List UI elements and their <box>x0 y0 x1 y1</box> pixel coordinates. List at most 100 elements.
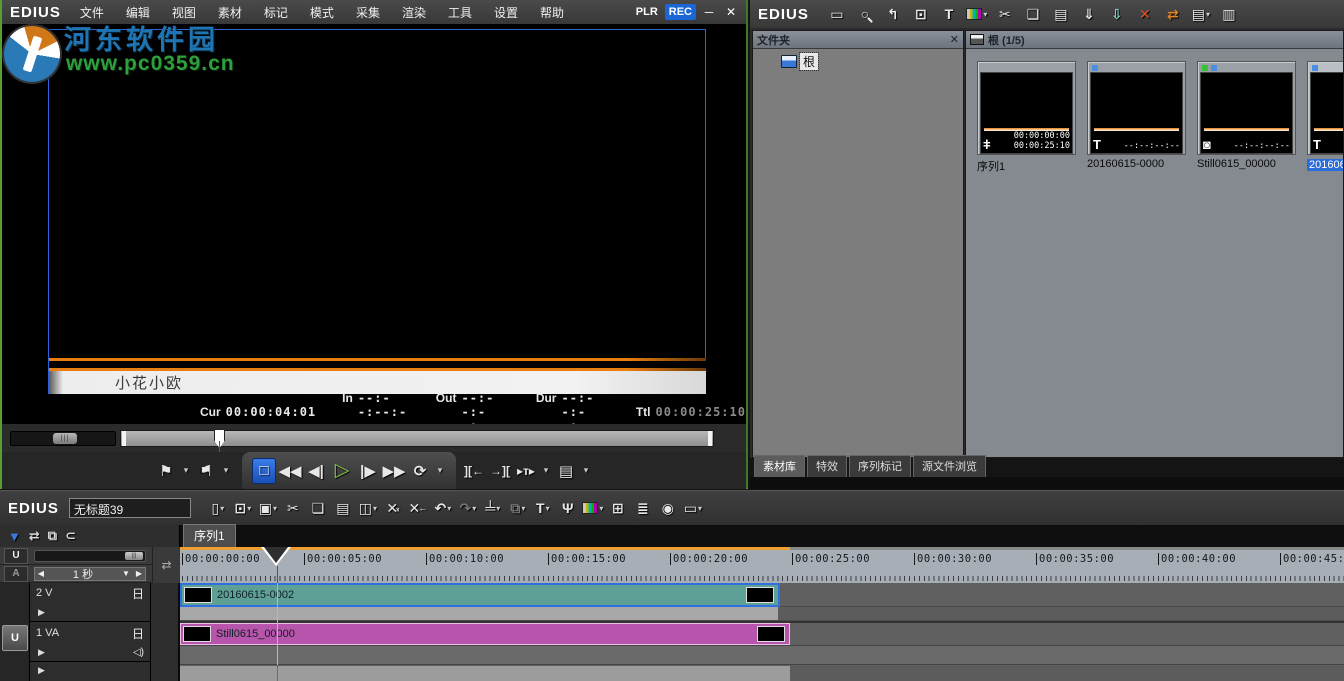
rec-mode-button[interactable]: REC <box>665 4 696 20</box>
timeline-ruler[interactable]: 00:00:00:0000:00:05:0000:00:10:0000:00:1… <box>180 547 1344 583</box>
timescale-dropdown-icon[interactable]: ▼ <box>119 569 133 578</box>
tab-序列标记[interactable]: 序列标记 <box>849 455 911 477</box>
plr-mode-button[interactable]: PLR <box>633 4 661 20</box>
expand-track-icon[interactable]: ▶ <box>36 647 45 658</box>
menu-文件[interactable]: 文件 <box>71 1 113 24</box>
tab-sequence-1[interactable]: 序列1 <box>183 524 236 547</box>
copy-button[interactable]: ❏ <box>1020 3 1046 25</box>
replace-on-timeline-button[interactable]: ⇩ <box>1104 3 1130 25</box>
clip-video[interactable]: 20160615-0002 <box>180 583 780 607</box>
tab-素材库[interactable]: 素材库 <box>754 455 805 477</box>
bin-item-4[interactable]: T201606 <box>1307 61 1344 173</box>
menu-编辑[interactable]: 编辑 <box>117 1 159 24</box>
speaker-icon[interactable]: ◁) <box>133 647 144 658</box>
set-in-dropdown[interactable]: ▾ <box>180 458 192 484</box>
title-button[interactable]: T▾ <box>532 497 554 519</box>
sync-mode-icon[interactable]: ⧉ <box>48 528 57 544</box>
dropdown-arrow-icon[interactable]: ▾ <box>983 10 987 19</box>
dropdown-arrow-icon[interactable]: ▾ <box>273 504 277 513</box>
close-button[interactable]: ✕ <box>722 5 740 19</box>
dropdown-arrow-icon[interactable]: ▾ <box>220 504 224 513</box>
cut-button[interactable]: ✂ <box>992 3 1018 25</box>
add-cut-point-button[interactable]: ╧▾ <box>482 497 504 519</box>
cut-button[interactable]: ✂ <box>282 497 304 519</box>
dropdown-arrow-icon[interactable]: ▾ <box>373 504 377 513</box>
expand-track-icon[interactable]: ▶ <box>36 607 45 618</box>
folder-button[interactable]: ▭ <box>824 3 850 25</box>
search-button[interactable]: ○ <box>852 3 878 25</box>
paste-button[interactable]: ▤ <box>332 497 354 519</box>
multicam-button[interactable]: ⊞ <box>607 497 629 519</box>
undo-button[interactable]: ↶▾ <box>432 497 454 519</box>
dropdown-arrow-icon[interactable]: ▾ <box>599 504 603 513</box>
prev-frame-button[interactable]: ◀| <box>304 458 328 484</box>
next-frame-button[interactable]: |▶ <box>356 458 380 484</box>
bin-item-2[interactable]: T--:--:--:--20160615-0000 <box>1087 61 1187 170</box>
bin-item-3[interactable]: ◙--:--:--:--Still0615_00000 <box>1197 61 1297 170</box>
ripple-delete-button[interactable]: ✕← <box>407 497 429 519</box>
view-mode-button[interactable]: ▤▾ <box>1188 3 1214 25</box>
create-title-button[interactable]: T <box>936 3 962 25</box>
delete-button[interactable]: ✕ₓ <box>382 497 404 519</box>
shuttle-slider[interactable]: ||| <box>10 431 116 446</box>
folder-tree-item-root[interactable]: 根 <box>781 53 963 70</box>
project-name-field[interactable]: 无标题39 <box>69 498 191 518</box>
snap-icon[interactable]: ⊂ <box>65 528 76 544</box>
audio-mixer-button[interactable]: ≣ <box>632 497 654 519</box>
save-project-button[interactable]: ▣▾ <box>257 497 279 519</box>
play-around-cursor-button[interactable]: ▸ᴛ▸ <box>514 458 538 484</box>
slider-handle[interactable]: ||| <box>125 552 143 560</box>
loop-dropdown[interactable]: ▾ <box>434 458 446 484</box>
ripple-mode-icon[interactable]: ⇄ <box>29 528 40 544</box>
menu-标记[interactable]: 标记 <box>255 1 297 24</box>
redo-button[interactable]: ↷▾ <box>457 497 479 519</box>
layout-button[interactable]: ▭▾ <box>682 497 704 519</box>
insert-overwrite-mode-icon[interactable]: ▼ <box>8 529 21 544</box>
clip-still[interactable]: Still0615_00000 <box>180 623 790 645</box>
set-out-button[interactable]: ⚑ <box>194 458 218 484</box>
menu-设置[interactable]: 设置 <box>485 1 527 24</box>
audio-mute-button[interactable]: A <box>4 566 28 582</box>
goto-in-button[interactable]: ][← <box>462 458 486 484</box>
timescale-prev-icon[interactable]: ◀ <box>35 569 47 578</box>
timescale-selector[interactable]: ◀ 1 秒 ▼ ▶ <box>34 567 146 581</box>
bin-item-1[interactable]: ǂ00:00:00:0000:00:25:10序列1 <box>977 61 1077 174</box>
stop-button[interactable]: □ <box>252 458 276 484</box>
rewind-button[interactable]: ◀◀ <box>278 458 302 484</box>
menu-工具[interactable]: 工具 <box>439 1 481 24</box>
track-1va-mixer-lane[interactable] <box>180 666 790 681</box>
track-header-1va[interactable]: 1 VA 日 ▶ ◁) ▶ <box>30 623 150 681</box>
dropdown-arrow-icon[interactable]: ▾ <box>472 504 476 513</box>
menu-渲染[interactable]: 渲染 <box>393 1 435 24</box>
menu-模式[interactable]: 模式 <box>301 1 343 24</box>
properties-button[interactable]: ▥ <box>1216 3 1242 25</box>
up-level-button[interactable]: ↰ <box>880 3 906 25</box>
track-header-2v[interactable]: 2 V 日 ▶ <box>30 583 150 622</box>
set-in-button[interactable]: ⚑ <box>154 458 178 484</box>
paste-button[interactable]: ▤ <box>1048 3 1074 25</box>
tab-特效[interactable]: 特效 <box>807 455 847 477</box>
set-out-dropdown[interactable]: ▾ <box>220 458 232 484</box>
seek-bar[interactable] <box>120 430 714 447</box>
add-to-timeline-button[interactable]: ⇓ <box>1076 3 1102 25</box>
loudness-button[interactable]: ◉ <box>657 497 679 519</box>
timescale-next-icon[interactable]: ▶ <box>133 569 145 578</box>
dropdown-arrow-icon[interactable]: ▾ <box>1206 10 1210 19</box>
dropdown-arrow-icon[interactable]: ▾ <box>521 504 525 513</box>
menu-视图[interactable]: 视图 <box>163 1 205 24</box>
swap-tracks-icon[interactable]: ⇄ <box>152 547 180 583</box>
tab-源文件浏览[interactable]: 源文件浏览 <box>913 455 986 477</box>
track-1va-audio-lane[interactable] <box>180 645 1344 665</box>
dropdown-arrow-icon[interactable]: ▾ <box>447 504 451 513</box>
play-around-dropdown[interactable]: ▾ <box>540 458 552 484</box>
copy-button[interactable]: ❏ <box>307 497 329 519</box>
menu-采集[interactable]: 采集 <box>347 1 389 24</box>
shuttle-handle[interactable]: ||| <box>53 433 77 444</box>
new-clip-button[interactable]: ▾ <box>964 3 990 25</box>
render-button[interactable]: ▾ <box>582 497 604 519</box>
fast-forward-button[interactable]: ▶▶ <box>382 458 406 484</box>
export-button[interactable]: ▤ <box>554 458 578 484</box>
loop-button[interactable]: ⟳ <box>408 458 432 484</box>
menu-素材[interactable]: 素材 <box>209 1 251 24</box>
set-transition-button[interactable]: ⧉▾ <box>507 497 529 519</box>
